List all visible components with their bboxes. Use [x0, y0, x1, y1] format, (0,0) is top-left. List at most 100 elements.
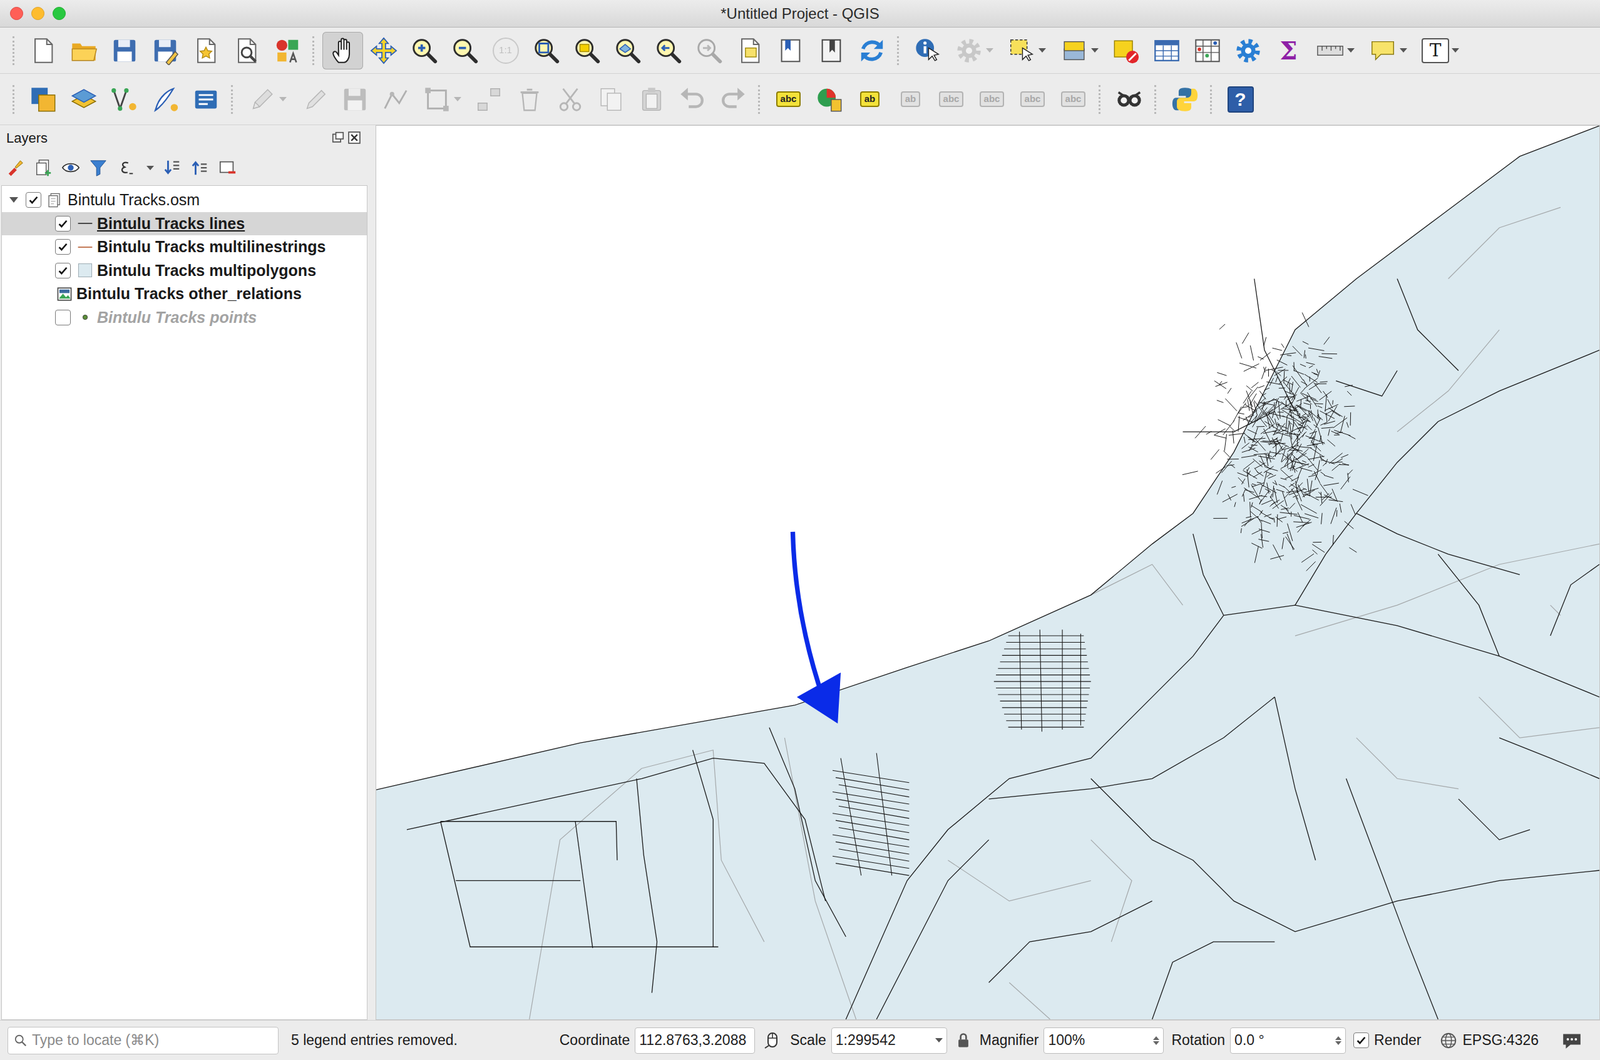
locator-search[interactable] — [7, 1027, 279, 1055]
toolbar-button[interactable] — [810, 31, 852, 70]
toolbar-button[interactable] — [647, 31, 689, 70]
expression-filter-icon[interactable] — [116, 158, 136, 178]
toolbar-handle[interactable] — [758, 85, 765, 114]
layer-checkbox[interactable] — [55, 239, 71, 255]
toolbar-button[interactable]: 1:1 — [485, 31, 526, 70]
toolbar-handle[interactable] — [897, 36, 904, 66]
spin-up-icon[interactable] — [1153, 1036, 1160, 1041]
menu-arrow-icon[interactable] — [1091, 48, 1099, 53]
toolbar-button[interactable] — [1308, 31, 1362, 70]
toolbar-button[interactable] — [1164, 80, 1206, 119]
menu-arrow-icon[interactable] — [279, 97, 287, 102]
lock-scale-icon[interactable] — [954, 1032, 973, 1050]
toolbar-button[interactable] — [1227, 31, 1269, 70]
toolbar-button[interactable] — [444, 31, 486, 70]
menu-arrow-icon[interactable] — [453, 97, 462, 102]
toolbar-button[interactable]: ab — [890, 80, 931, 119]
toolbar-handle[interactable] — [1098, 85, 1105, 114]
toolbar-button[interactable] — [549, 80, 591, 119]
toolbar-handle[interactable] — [230, 85, 238, 114]
toolbar-button[interactable]: abc — [1052, 80, 1094, 119]
toolbar-button[interactable] — [688, 31, 730, 70]
toolbar-button[interactable] — [1361, 31, 1415, 70]
toolbar-button[interactable] — [630, 80, 672, 119]
rotation-input[interactable] — [1234, 1029, 1333, 1052]
toolbar-button[interactable]: abc — [971, 80, 1013, 119]
eye-icon[interactable] — [61, 158, 81, 178]
toolbar-button[interactable] — [266, 31, 308, 70]
toolbar-button[interactable]: ab — [849, 80, 891, 119]
toolbar-button[interactable] — [403, 31, 445, 70]
toolbar-button[interactable] — [1108, 80, 1150, 119]
toolbar-button[interactable] — [769, 31, 811, 70]
map-canvas[interactable] — [375, 125, 1600, 1021]
toolbar-button[interactable] — [144, 31, 186, 70]
layer-checkbox[interactable] — [55, 309, 71, 326]
toolbar-button[interactable] — [907, 31, 948, 70]
toolbar-button[interactable] — [525, 31, 567, 70]
toolbar-button[interactable] — [144, 80, 186, 119]
toolbar-button[interactable] — [590, 80, 631, 119]
spin-up-icon[interactable] — [1335, 1036, 1342, 1041]
style-panel-icon[interactable] — [6, 158, 26, 178]
expand-all-icon[interactable] — [162, 158, 182, 178]
toolbar-button[interactable] — [1052, 31, 1106, 70]
scale-field[interactable] — [831, 1027, 948, 1055]
layer-row[interactable]: Bintulu Tracks multilinestrings — [1, 235, 367, 260]
toolbar-button[interactable] — [374, 80, 416, 119]
toolbar-button[interactable] — [566, 31, 608, 70]
collapse-all-icon[interactable] — [190, 158, 210, 178]
menu-arrow-icon[interactable] — [985, 48, 994, 53]
rotation-field[interactable] — [1230, 1027, 1346, 1055]
toolbar-button[interactable] — [185, 31, 226, 70]
toolbar-button[interactable] — [808, 80, 850, 119]
spin-buttons[interactable] — [1335, 1036, 1342, 1046]
menu-arrow-icon[interactable] — [1399, 48, 1408, 53]
toolbar-button[interactable]: T — [1414, 31, 1467, 70]
toolbar-handle[interactable] — [1154, 85, 1161, 114]
toolbar-button[interactable] — [851, 31, 893, 70]
toolbar-button[interactable] — [103, 31, 145, 70]
layer-row[interactable]: Bintulu Tracks points — [1, 306, 367, 330]
toolbar-button[interactable]: ? — [1220, 80, 1261, 119]
filter-icon[interactable] — [88, 158, 108, 178]
layer-checkbox[interactable] — [55, 215, 71, 232]
add-group-icon[interactable] — [33, 158, 53, 178]
layer-row[interactable]: Bintulu Tracks other_relations — [1, 282, 367, 307]
close-button[interactable] — [10, 6, 24, 21]
float-panel-icon[interactable] — [331, 130, 345, 145]
toolbar-button[interactable] — [334, 80, 375, 119]
toolbar-button[interactable] — [241, 80, 294, 119]
toolbar-button[interactable] — [293, 80, 335, 119]
toolbar-button[interactable] — [322, 31, 364, 70]
toolbar-button[interactable] — [947, 31, 1001, 70]
layer-checkbox[interactable] — [55, 262, 71, 279]
coordinate-field[interactable] — [634, 1027, 755, 1055]
toolbar-button[interactable] — [363, 31, 404, 70]
spin-down-icon[interactable] — [1335, 1041, 1342, 1046]
render-toggle[interactable]: Render — [1353, 1029, 1421, 1052]
toolbar-button[interactable] — [468, 80, 509, 119]
toolbar-button[interactable] — [22, 31, 64, 70]
minimize-button[interactable] — [31, 6, 45, 21]
panel-splitter[interactable] — [367, 125, 376, 1021]
spin-down-icon[interactable] — [1153, 1041, 1160, 1046]
toolbar-button[interactable] — [712, 80, 754, 119]
toolbar-button[interactable] — [1105, 31, 1147, 70]
toolbar-button[interactable] — [22, 80, 64, 119]
magnifier-field[interactable] — [1043, 1027, 1164, 1055]
toolbar-button[interactable] — [63, 31, 104, 70]
toolbar-button[interactable]: abc — [1012, 80, 1053, 119]
toolbar-button[interactable] — [1186, 31, 1228, 70]
toolbar-button[interactable]: Σ — [1268, 31, 1309, 70]
toolbar-button[interactable]: abc — [768, 80, 809, 119]
menu-arrow-icon[interactable] — [1347, 48, 1355, 53]
toolbar-button[interactable]: abc — [930, 80, 972, 119]
close-panel-icon[interactable] — [347, 130, 362, 145]
toolbar-handle[interactable] — [1210, 85, 1217, 114]
toolbar-button[interactable] — [1146, 31, 1187, 70]
mouse-toggle-icon[interactable] — [762, 1030, 783, 1052]
layer-row[interactable]: Bintulu Tracks multipolygons — [1, 259, 367, 283]
toolbar-button[interactable] — [671, 80, 713, 119]
messages-icon[interactable] — [1561, 1030, 1583, 1052]
